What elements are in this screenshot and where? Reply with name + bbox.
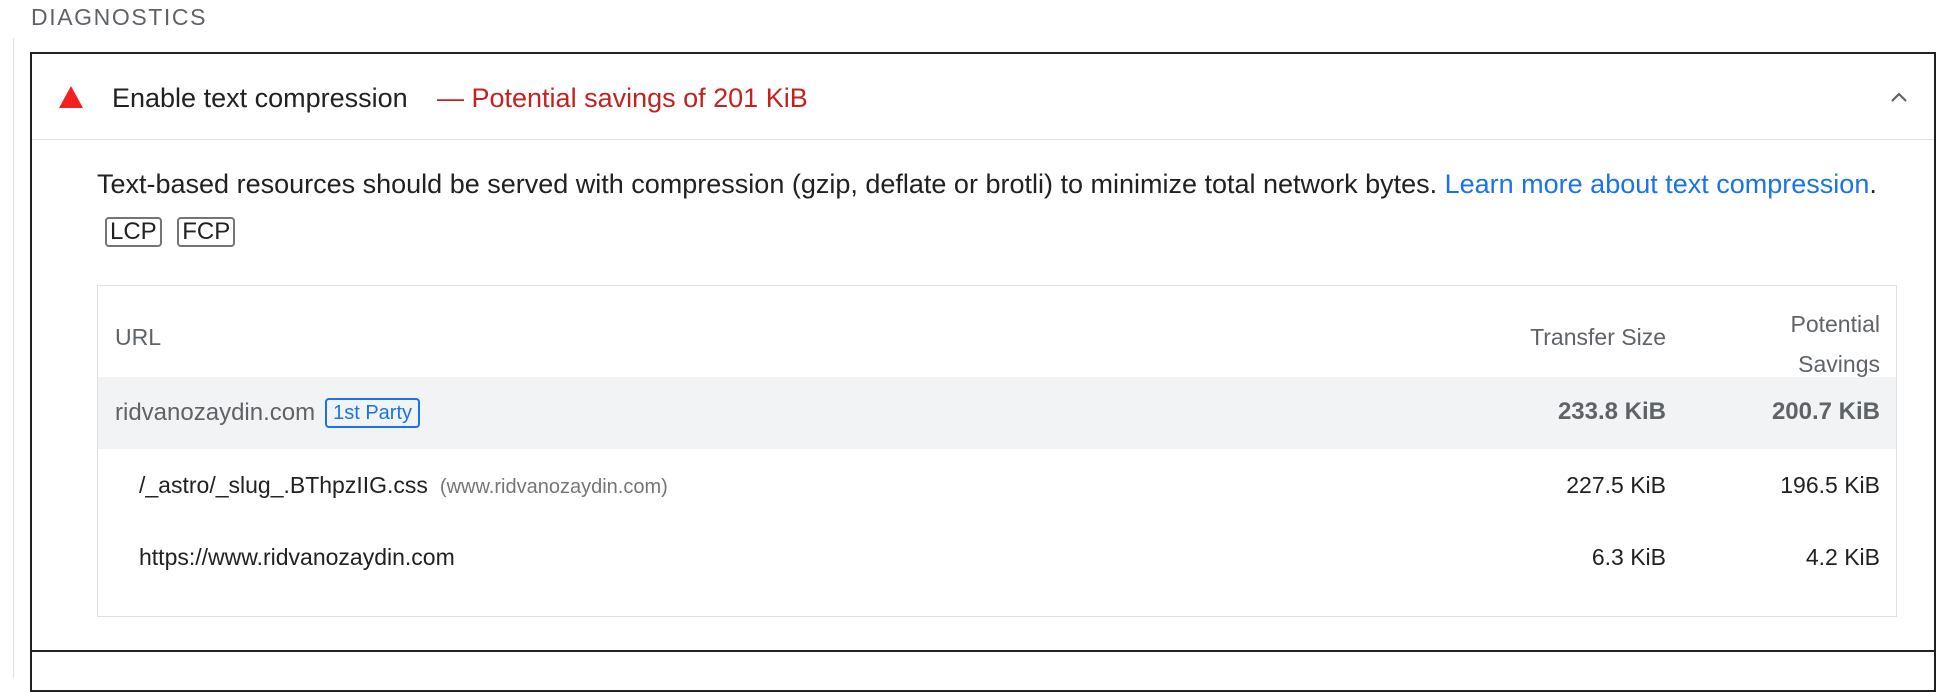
- audit-savings: — Potential savings of 201 KiB: [437, 83, 808, 113]
- entity-cell: ridvanozaydin.com 1st Party: [115, 398, 421, 428]
- audit-text-compression: Enable text compression — Potential savi…: [30, 52, 1936, 692]
- resource-host: (www.ridvanozaydin.com): [439, 476, 668, 498]
- resource-transfer-size: 227.5 KiB: [1566, 472, 1666, 498]
- entity-transfer-size: 233.8 KiB: [1557, 398, 1666, 425]
- learn-more-link[interactable]: Learn more about text compression: [1445, 169, 1870, 199]
- metric-tag-lcp[interactable]: LCP: [105, 217, 162, 247]
- next-audit-border: [32, 650, 1934, 652]
- description-text: Text-based resources should be served wi…: [97, 169, 1445, 199]
- chevron-up-icon[interactable]: [1886, 84, 1912, 110]
- metric-tag-fcp[interactable]: FCP: [177, 217, 236, 247]
- audit-header[interactable]: Enable text compression — Potential savi…: [32, 54, 1934, 140]
- audit-description: Text-based resources should be served wi…: [97, 160, 1877, 256]
- entity-name: ridvanozaydin.com: [115, 399, 316, 426]
- resource-url-cell: /_astro/_slug_.BThpzIIG.css (www.ridvanoz…: [139, 472, 668, 499]
- column-header-potential-savings: Potential Savings: [1790, 304, 1880, 384]
- warning-triangle-icon: [59, 86, 83, 108]
- entity-potential-savings: 200.7 KiB: [1771, 398, 1880, 425]
- resource-url[interactable]: https://www.ridvanozaydin.com: [139, 544, 455, 570]
- details-table: URL Transfer Size Potential Savings ridv…: [97, 285, 1897, 617]
- resource-potential-savings: 196.5 KiB: [1780, 472, 1880, 498]
- column-header-potential-savings-line1: Potential: [1790, 311, 1880, 337]
- section-title: DIAGNOSTICS: [31, 4, 208, 30]
- resource-potential-savings: 4.2 KiB: [1805, 544, 1880, 570]
- column-header-url: URL: [115, 324, 162, 350]
- resource-url[interactable]: /_astro/_slug_.BThpzIIG.css: [139, 472, 428, 498]
- description-period: .: [1869, 169, 1877, 199]
- table-row: /_astro/_slug_.BThpzIIG.css (www.ridvanoz…: [98, 449, 1896, 521]
- first-party-badge: 1st Party: [325, 398, 421, 428]
- resource-url-cell: https://www.ridvanozaydin.com: [139, 544, 455, 571]
- resource-transfer-size: 6.3 KiB: [1591, 544, 1666, 570]
- audit-title: Enable text compression: [112, 83, 408, 113]
- table-row: https://www.ridvanozaydin.com 6.3 KiB 4.…: [98, 521, 1896, 593]
- entity-group-row: ridvanozaydin.com 1st Party 233.8 KiB 200…: [98, 377, 1896, 449]
- column-header-transfer-size: Transfer Size: [1530, 324, 1666, 350]
